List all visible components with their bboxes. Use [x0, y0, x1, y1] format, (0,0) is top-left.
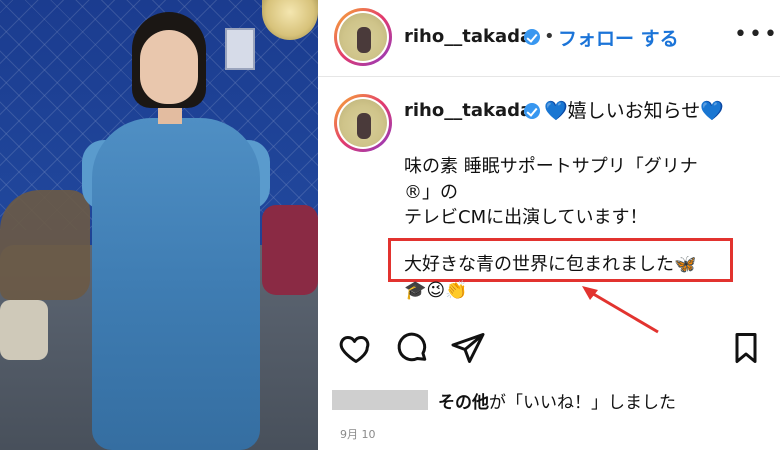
- verified-icon: [524, 29, 540, 45]
- post-photo: [0, 0, 318, 450]
- post-date: 9月 10: [340, 428, 376, 441]
- pillow: [262, 205, 318, 295]
- post-header: riho__takada • フォロー する •••: [318, 0, 780, 74]
- blurred-username: [332, 390, 428, 410]
- share-icon[interactable]: [450, 330, 486, 366]
- post-panel: riho__takada • フォロー する ••• riho__takada …: [318, 0, 780, 450]
- comment-icon[interactable]: [394, 330, 430, 366]
- bookmark-icon[interactable]: [728, 330, 764, 366]
- caption-avatar[interactable]: [334, 94, 392, 152]
- caption-line: 味の素 睡眠サポートサプリ「グリナ: [404, 156, 698, 177]
- wall-frame: [225, 28, 255, 70]
- caption-username[interactable]: riho__takada: [404, 100, 532, 121]
- pillow: [0, 190, 90, 300]
- follow-button[interactable]: フォロー する: [558, 24, 679, 51]
- separator-dot: •: [544, 26, 555, 47]
- action-bar: [318, 330, 780, 370]
- caption-first-line: 💙嬉しいお知らせ💙: [544, 100, 724, 122]
- caption-line: ®」の: [404, 182, 458, 203]
- pillow: [0, 300, 48, 360]
- likes-others-link[interactable]: その他: [438, 393, 489, 413]
- blue-dress: [92, 118, 260, 450]
- caption-line: テレビCMに出演しています！: [404, 207, 648, 228]
- caption-highlighted-line: 大好きな青の世界に包まれました🦋: [404, 254, 697, 275]
- person-face: [140, 30, 198, 104]
- caption-emojis: 🎓😉👏: [404, 280, 468, 301]
- more-icon[interactable]: •••: [734, 22, 779, 47]
- heart-icon[interactable]: [338, 330, 374, 366]
- verified-icon: [524, 103, 540, 119]
- likes-text: が「いいね！」しました: [489, 393, 676, 413]
- likes-row: その他が「いいね！」しました: [332, 388, 772, 413]
- header-username[interactable]: riho__takada: [404, 26, 532, 47]
- divider: [318, 76, 780, 77]
- avatar[interactable]: [334, 8, 392, 66]
